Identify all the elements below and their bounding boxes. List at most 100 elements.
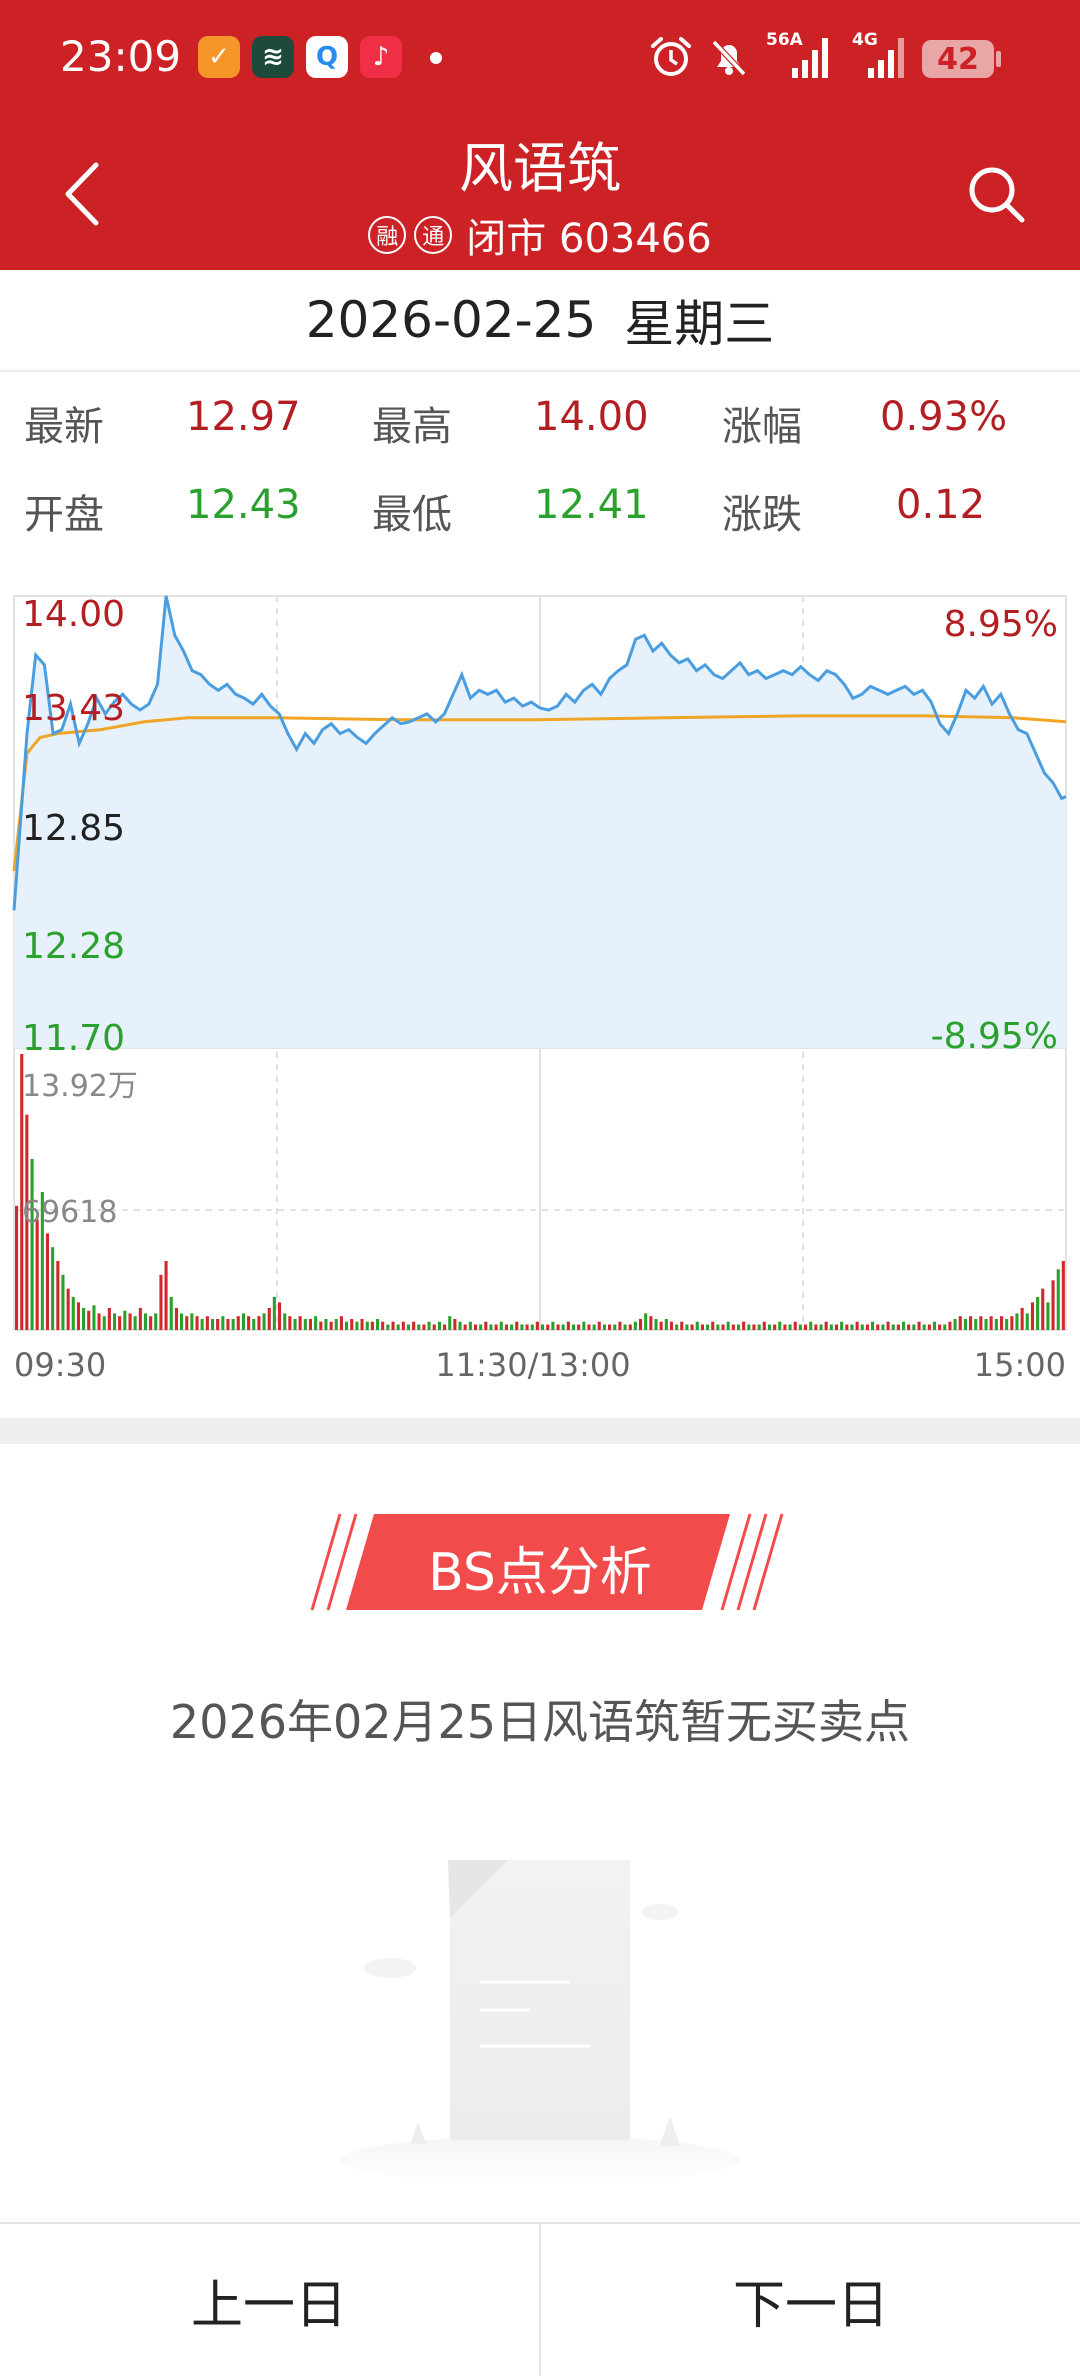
volume-bar <box>376 1319 380 1330</box>
volume-bar <box>721 1324 725 1330</box>
search-icon <box>969 167 1025 223</box>
volume-bar <box>907 1324 911 1330</box>
header: 23:09 ✓ ≋ Q ♪ 56A 4G 42 风语筑 融 通 闭市 60346… <box>0 0 1080 270</box>
volume-bar <box>783 1324 787 1330</box>
high-value: 14.00 <box>534 394 649 440</box>
volume-bar <box>365 1321 369 1330</box>
volume-bar <box>319 1321 323 1330</box>
volume-bar <box>742 1321 746 1330</box>
volume-bar <box>654 1319 658 1330</box>
volume-bar <box>381 1321 385 1330</box>
app-notification-icon: ≋ <box>252 36 294 78</box>
volume-bar <box>427 1321 431 1330</box>
volume-bar <box>623 1324 627 1330</box>
signal-icon <box>868 38 904 78</box>
no-trade-point-message: 2026年02月25日风语筑暂无买卖点 <box>169 1695 911 1749</box>
volume-bar <box>87 1310 91 1330</box>
volume-bar <box>675 1324 679 1330</box>
volume-bar <box>51 1247 55 1330</box>
volume-bar <box>241 1313 245 1330</box>
intraday-chart[interactable]: 14.00 13.43 12.85 12.28 11.70 8.95% -8.9… <box>0 580 1080 1400</box>
margin-badge: 融 <box>368 216 407 254</box>
volume-bar <box>1061 1261 1065 1330</box>
volume-bar <box>1046 1302 1050 1330</box>
volume-bar <box>82 1307 86 1330</box>
volume-bar <box>35 1219 39 1330</box>
volume-bar <box>814 1324 818 1330</box>
volume-bar <box>1025 1313 1029 1330</box>
volume-bar <box>602 1324 606 1330</box>
volume-bar <box>386 1324 390 1330</box>
volume-bar <box>30 1158 34 1330</box>
volume-bar <box>164 1261 168 1330</box>
volume-bar <box>582 1321 586 1330</box>
volume-bar <box>216 1319 220 1330</box>
volume-bar <box>644 1313 648 1330</box>
volume-bar <box>829 1324 833 1330</box>
volume-bar <box>865 1324 869 1330</box>
volume-bar <box>1030 1302 1034 1330</box>
stock-subtitle: 融 通 闭市 603466 <box>0 206 1080 264</box>
volume-bar <box>293 1319 297 1330</box>
market-status: 闭市 603466 <box>466 216 712 262</box>
volume-bar <box>726 1321 730 1330</box>
change-pct-label: 涨幅 <box>722 404 802 450</box>
price-axis-label: 11.70 <box>22 1018 125 1059</box>
prev-day-button[interactable]: 上一日 <box>0 2224 538 2376</box>
volume-bar <box>917 1321 921 1330</box>
volume-bar <box>149 1316 153 1330</box>
volume-bar <box>1010 1316 1014 1330</box>
price-axis-label: 12.85 <box>22 808 125 849</box>
volume-bar <box>912 1324 916 1330</box>
signal-icon <box>792 38 828 78</box>
volume-bar <box>474 1324 478 1330</box>
stock-name: 风语筑 <box>459 137 621 200</box>
volume-bar <box>840 1321 844 1330</box>
latest-value: 12.97 <box>186 394 301 440</box>
volume-bar <box>370 1321 374 1330</box>
volume-bar <box>329 1321 333 1330</box>
volume-bar <box>731 1324 735 1330</box>
next-day-button[interactable]: 下一日 <box>542 2224 1080 2376</box>
volume-bar <box>159 1274 163 1330</box>
volume-bar <box>871 1321 875 1330</box>
volume-bar <box>778 1321 782 1330</box>
volume-bar <box>118 1316 122 1330</box>
volume-bar <box>345 1321 349 1330</box>
volume-bar <box>561 1324 565 1330</box>
volume-bar <box>896 1324 900 1330</box>
footer: 上一日 下一日 <box>0 2222 1080 2376</box>
volume-bar <box>298 1316 302 1330</box>
volume-bar <box>350 1319 354 1330</box>
volume-bar <box>138 1307 142 1330</box>
volume-bar <box>551 1321 555 1330</box>
volume-bar <box>597 1321 601 1330</box>
volume-bar <box>262 1313 266 1330</box>
volume-bar <box>737 1324 741 1330</box>
app-notification-icon: Q <box>306 36 348 78</box>
volume-bar <box>97 1313 101 1330</box>
volume-bar <box>608 1324 612 1330</box>
volume-bar <box>123 1310 127 1330</box>
volume-bar <box>886 1321 890 1330</box>
more-notifications-icon <box>430 52 442 64</box>
volume-bar <box>195 1316 199 1330</box>
volume-bar <box>406 1324 410 1330</box>
volume-bar <box>1015 1313 1019 1330</box>
app-notification-icon: ✓ <box>198 36 240 78</box>
volume-bar <box>850 1324 854 1330</box>
volume-bar <box>845 1324 849 1330</box>
volume-bar <box>592 1324 596 1330</box>
volume-bar <box>556 1324 560 1330</box>
volume-bar <box>855 1321 859 1330</box>
volume-bar <box>788 1324 792 1330</box>
search-button[interactable] <box>962 160 1032 230</box>
volume-bar <box>680 1321 684 1330</box>
price-axis-label: 14.00 <box>22 594 125 635</box>
volume-bar <box>458 1321 462 1330</box>
volume-bar <box>190 1313 194 1330</box>
volume-bar <box>185 1316 189 1330</box>
time-axis-label: 15:00 <box>974 1346 1066 1384</box>
trade-weekday: 星期三 <box>624 295 775 353</box>
volume-bar <box>308 1319 312 1330</box>
